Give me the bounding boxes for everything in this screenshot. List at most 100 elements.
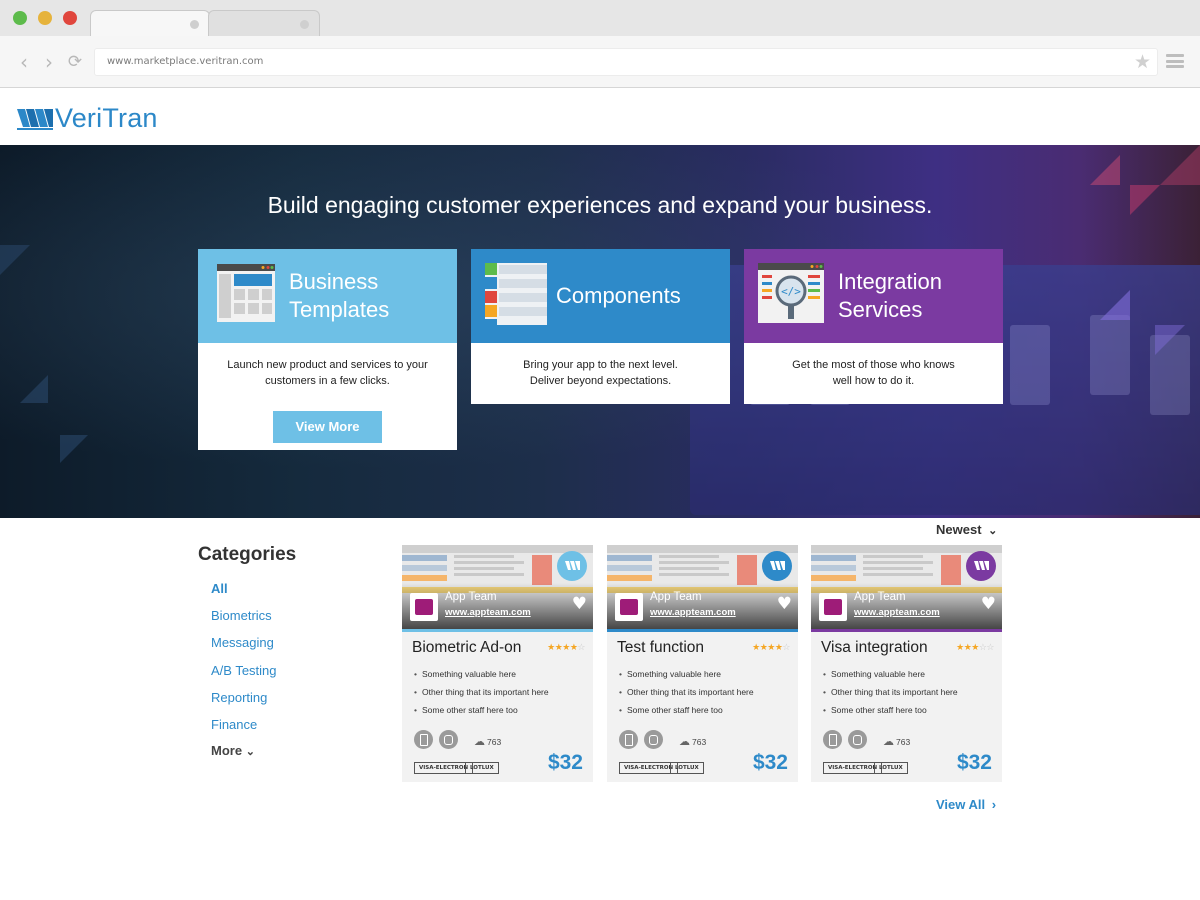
feature-item: Other thing that its important here — [823, 687, 958, 705]
chevron-down-icon: ⌄ — [988, 525, 998, 537]
tab-close-icon[interactable] — [190, 20, 199, 29]
mobile-device-icon — [619, 730, 638, 749]
cloud-download-icon: ☁ — [474, 736, 485, 748]
browser-titlebar — [0, 0, 1200, 37]
category-ab-testing[interactable]: A/B Testing — [211, 662, 277, 689]
more-categories-toggle[interactable]: More ⌄ — [211, 743, 277, 758]
product-title[interactable]: Test function — [617, 639, 704, 657]
card-title-line: Business — [289, 269, 379, 294]
publisher-avatar — [819, 593, 847, 621]
card-header: </> Integration Services — [744, 249, 1003, 343]
card-title-line: Templates — [289, 297, 390, 322]
download-count: ☁ 763 — [883, 735, 910, 748]
cloud-download-icon: ☁ — [679, 736, 690, 748]
hero-banner: Build engaging customer experiences and … — [0, 145, 1200, 518]
minimize-window-button[interactable] — [38, 11, 52, 25]
mobile-device-icon — [414, 730, 433, 749]
product-category-badge — [762, 551, 792, 581]
publisher-avatar — [615, 593, 643, 621]
forward-arrow-icon[interactable]: › — [40, 52, 58, 72]
product-tag: LOTLUX — [874, 762, 908, 774]
veritran-logo-icon — [770, 561, 785, 570]
categories-heading: Categories — [198, 544, 297, 565]
url-text: www.marketplace.veritran.com — [107, 56, 264, 67]
maximize-window-button[interactable] — [13, 11, 27, 25]
product-title[interactable]: Visa integration — [821, 639, 928, 657]
product-price: $32 — [752, 751, 788, 774]
rating-stars: ★★★☆☆ — [956, 643, 994, 653]
rating-stars: ★★★★☆ — [752, 643, 790, 653]
feature-list: Something valuable here Other thing that… — [823, 669, 958, 723]
category-finance[interactable]: Finance — [211, 716, 277, 743]
download-count-value: 763 — [896, 737, 911, 747]
product-category-badge — [966, 551, 996, 581]
category-reporting[interactable]: Reporting — [211, 689, 277, 716]
view-all-label: View All — [936, 797, 986, 812]
card-header: Components — [471, 249, 730, 343]
feature-item: Something valuable here — [619, 669, 754, 687]
card-header: Business Templates — [198, 249, 457, 343]
card-title-line: Services — [838, 297, 923, 322]
card-description-line: Deliver beyond expectations. — [529, 375, 672, 387]
veritran-logo-icon — [17, 108, 53, 130]
veritran-logo-icon — [974, 561, 989, 570]
product-card[interactable]: App Team www.appteam.com ♥ Visa integrat… — [811, 545, 1002, 782]
favorite-heart-icon[interactable]: ♥ — [777, 594, 792, 614]
product-tag: LOTLUX — [465, 762, 499, 774]
category-all[interactable]: All — [211, 580, 277, 607]
components-icon — [485, 263, 547, 325]
feature-list: Something valuable here Other thing that… — [619, 669, 754, 723]
favorite-heart-icon[interactable]: ♥ — [981, 594, 996, 614]
bookmark-star-icon[interactable]: ★ — [1134, 51, 1151, 73]
feature-item: Other thing that its important here — [414, 687, 549, 705]
components-card[interactable]: Components Bring your app to the next le… — [471, 249, 730, 404]
feature-item: Something valuable here — [414, 669, 549, 687]
tab-close-icon[interactable] — [300, 20, 309, 29]
view-more-button[interactable]: View More — [273, 411, 382, 443]
browser-tab-active[interactable] — [90, 10, 210, 37]
publisher-name: App Team — [854, 591, 906, 603]
categories-list: All Biometrics Messaging A/B Testing Rep… — [211, 580, 277, 758]
sort-label: Newest — [936, 522, 982, 537]
publisher-avatar — [410, 593, 438, 621]
veritran-logo[interactable]: VeriTran — [17, 103, 158, 134]
publisher-link[interactable]: www.appteam.com — [445, 607, 531, 618]
veritran-logo-icon — [565, 561, 580, 570]
favorite-heart-icon[interactable]: ♥ — [572, 594, 587, 614]
product-card[interactable]: App Team www.appteam.com ♥ Test function… — [607, 545, 798, 782]
view-all-link[interactable]: View All › — [936, 797, 996, 812]
download-count-value: 763 — [487, 737, 502, 747]
card-title-line: Integration — [838, 269, 942, 294]
code-search-icon: </> — [758, 263, 824, 323]
more-label: More — [211, 743, 243, 759]
download-count: ☁ 763 — [474, 735, 501, 748]
publisher-name: App Team — [650, 591, 702, 603]
product-card[interactable]: App Team www.appteam.com ♥ Biometric Ad-… — [402, 545, 593, 782]
product-title[interactable]: Biometric Ad-on — [412, 639, 521, 657]
close-window-button[interactable] — [63, 11, 77, 25]
product-thumbnail: App Team www.appteam.com ♥ — [607, 545, 798, 632]
browser-menu-icon[interactable] — [1166, 54, 1184, 68]
feature-item: Some other staff here too — [619, 705, 754, 723]
product-tag: LOTLUX — [670, 762, 704, 774]
category-messaging[interactable]: Messaging — [211, 634, 277, 661]
card-description-line: Bring your app to the next level. — [523, 359, 678, 371]
feature-item: Something valuable here — [823, 669, 958, 687]
sort-dropdown[interactable]: Newest ⌄ — [936, 522, 997, 537]
business-templates-card[interactable]: Business Templates Launch new product an… — [198, 249, 457, 450]
publisher-link[interactable]: www.appteam.com — [650, 607, 736, 618]
template-icon — [217, 264, 275, 322]
back-arrow-icon[interactable]: ‹ — [15, 52, 33, 72]
browser-tab-inactive[interactable] — [208, 10, 320, 37]
chevron-right-icon: › — [991, 797, 997, 812]
rating-stars: ★★★★☆ — [547, 643, 585, 653]
address-bar[interactable]: www.marketplace.veritran.com ★ — [94, 48, 1158, 76]
card-description-line: customers in a few clicks. — [265, 375, 390, 387]
product-thumbnail: App Team www.appteam.com ♥ — [402, 545, 593, 632]
feature-list: Something valuable here Other thing that… — [414, 669, 549, 723]
integration-services-card[interactable]: </> Integration Services Get the most of… — [744, 249, 1003, 404]
publisher-link[interactable]: www.appteam.com — [854, 607, 940, 618]
download-count-value: 763 — [692, 737, 707, 747]
reload-icon[interactable]: ⟳ — [66, 52, 84, 72]
category-biometrics[interactable]: Biometrics — [211, 607, 277, 634]
